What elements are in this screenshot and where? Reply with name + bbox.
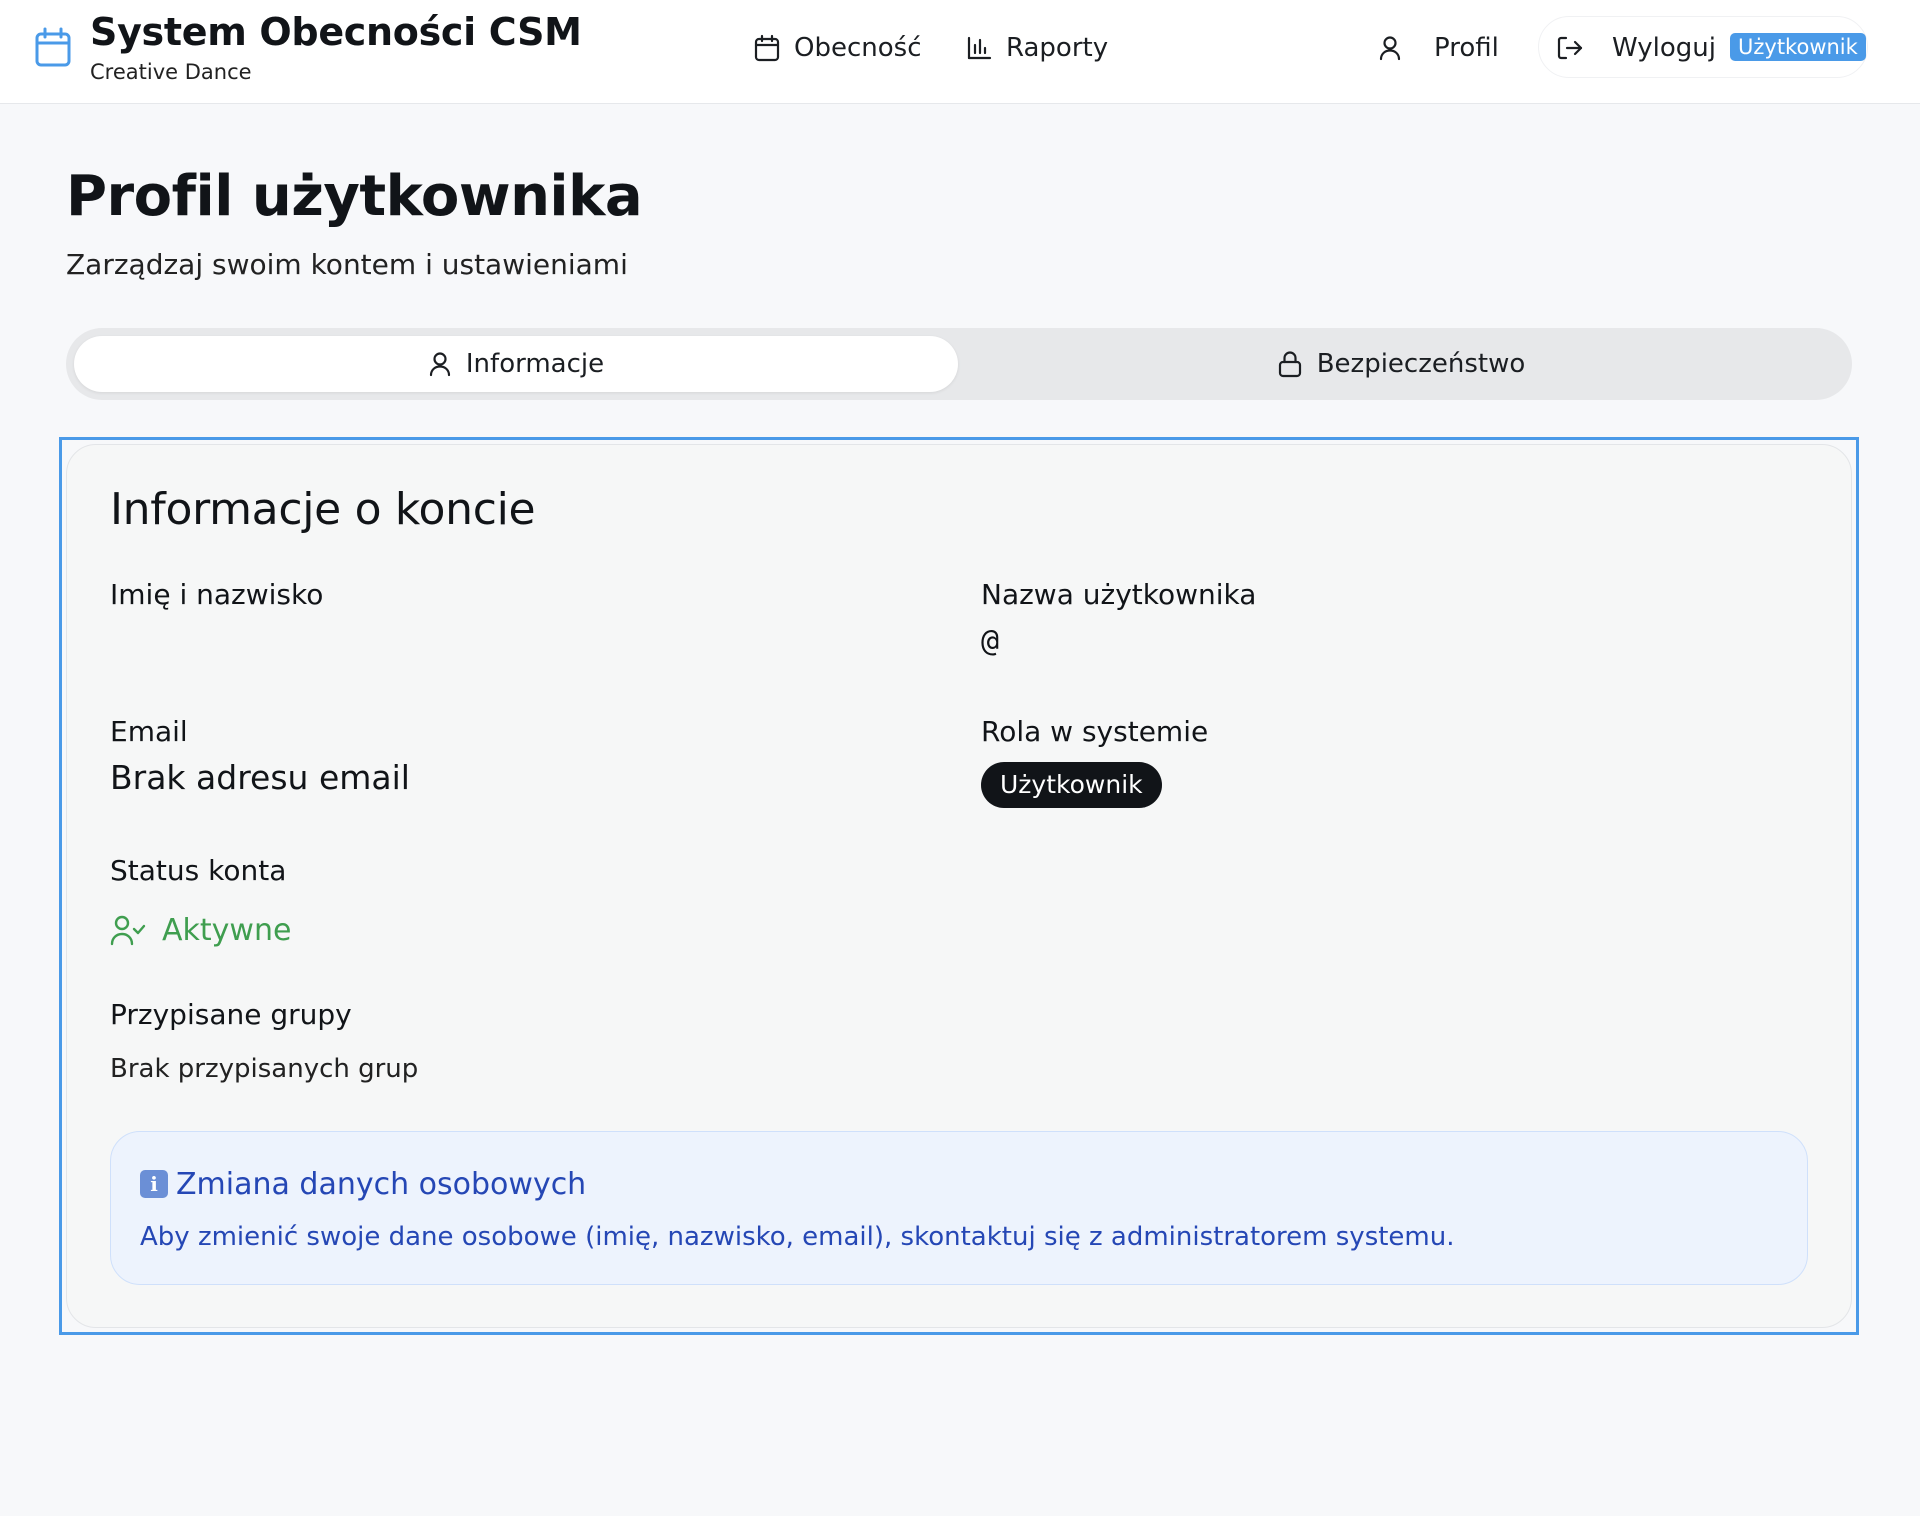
status-label: Status konta (110, 854, 287, 887)
username-value: @ (981, 624, 1000, 659)
role-label: Rola w systemie (981, 715, 1209, 748)
nav-attendance-link[interactable]: Obecność (754, 28, 922, 68)
groups-label: Przypisane grupy (110, 998, 352, 1031)
nav-profile-label: Profil (1434, 33, 1499, 63)
logout-label: Wyloguj (1612, 33, 1716, 63)
profile-tabs: Informacje Bezpieczeństwo (66, 328, 1852, 400)
lock-icon (1278, 351, 1301, 378)
notice-title: i Zmiana danych osobowych (140, 1164, 586, 1204)
app-title[interactable]: System Obecności CSM (90, 10, 582, 54)
tab-bezpieczenstwo[interactable]: Bezpieczeństwo (958, 336, 1844, 392)
page-title: Profil użytkownika (66, 164, 643, 229)
username-label: Nazwa użytkownika (981, 578, 1257, 611)
tab-bezpieczenstwo-label: Bezpieczeństwo (1316, 349, 1526, 379)
card-title: Informacje o koncie (110, 484, 536, 535)
fullname-label: Imię i nazwisko (110, 578, 324, 611)
email-value: Brak adresu email (110, 758, 410, 797)
status-indicator: Aktywne (110, 910, 291, 950)
nav-reports-label: Raporty (1006, 33, 1109, 63)
bar-chart-icon (967, 36, 992, 60)
logout-button[interactable]: Wyloguj (1556, 28, 1716, 68)
top-header: System Obecności CSM Creative Dance Obec… (0, 0, 1920, 104)
notice-title-text: Zmiana danych osobowych (176, 1166, 587, 1202)
groups-value: Brak przypisanych grup (110, 1054, 419, 1084)
user-check-icon (110, 915, 146, 946)
user-icon (1379, 36, 1401, 61)
app-subtitle: Creative Dance (90, 60, 252, 84)
user-icon (429, 352, 450, 377)
calendar-icon (754, 34, 780, 62)
calendar-icon (35, 27, 71, 67)
page-subtitle: Zarządzaj swoim kontem i ustawieniami (66, 248, 628, 281)
info-icon: i (140, 1170, 168, 1198)
notice-box (110, 1131, 1808, 1285)
notice-text: Aby zmienić swoje dane osobowe (imię, na… (140, 1222, 1455, 1252)
nav-reports-link[interactable]: Raporty (966, 28, 1108, 68)
nav-profile-link[interactable]: Profil (1378, 28, 1499, 68)
logout-icon (1557, 36, 1583, 60)
tab-informacje[interactable]: Informacje (74, 336, 958, 392)
role-badge: Użytkownik (981, 762, 1162, 808)
tab-informacje-label: Informacje (465, 349, 605, 379)
nav-attendance-label: Obecność (794, 33, 922, 63)
status-value: Aktywne (162, 912, 292, 948)
role-tag: Użytkownik (1730, 33, 1866, 61)
email-label: Email (110, 715, 188, 748)
